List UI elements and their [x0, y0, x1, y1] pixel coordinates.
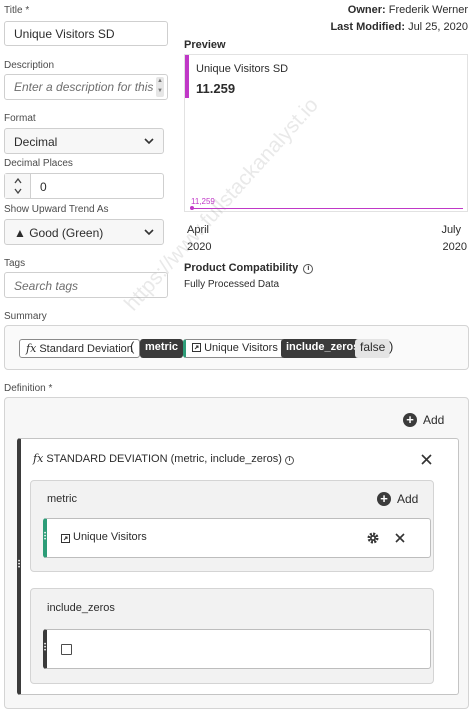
title-input[interactable]: Unique Visitors SD [4, 21, 168, 46]
drag-handle-icon[interactable]: • • • [43, 531, 47, 543]
preview-trend-line [191, 208, 463, 209]
description-textarea[interactable]: Enter a description for this ▲ ▼ [4, 74, 168, 100]
title-label: Title * [4, 5, 30, 16]
include-zeros-section: include_zeros • • • [30, 588, 434, 684]
summary-close-paren: ) [389, 339, 394, 354]
description-label: Description [4, 60, 55, 71]
metric-icon [192, 343, 201, 352]
tags-placeholder: Search tags [14, 279, 79, 293]
include-zeros-checkbox[interactable] [61, 644, 72, 655]
axis-start-year: 2020 [187, 241, 212, 253]
summary-param-metric[interactable]: metric [140, 339, 184, 358]
last-modified-info: Last Modified: Jul 25, 2020 [330, 21, 468, 33]
fx-icon: fx [33, 452, 44, 465]
info-icon[interactable]: i [303, 264, 314, 274]
metric-section-label: metric [47, 493, 77, 505]
function-container[interactable]: • • • fx STANDARD DEVIATION (metric, inclu… [17, 438, 459, 695]
textarea-scrollbar[interactable]: ▲ ▼ [156, 77, 164, 97]
metric-card[interactable]: • • • Unique Visitors [43, 518, 431, 558]
axis-end-month: July [441, 224, 461, 236]
decimal-places-value: 0 [40, 180, 47, 194]
format-label: Format [4, 113, 36, 124]
summary-box: fx Standard Deviation ( metric Unique Vi… [4, 325, 469, 370]
upward-trend-dropdown[interactable]: ▲ Good (Green) [4, 219, 164, 245]
description-placeholder: Enter a description for this [14, 80, 154, 94]
metric-card-name: Unique Visitors [73, 531, 147, 543]
summary-open-paren: ( [130, 339, 135, 354]
preview-line-label: 11,259 [191, 197, 215, 206]
compatibility-value: Fully Processed Data [184, 279, 280, 290]
scroll-down-icon: ▼ [157, 88, 163, 94]
function-title: fx STANDARD DEVIATION (metric, include_z… [33, 452, 294, 465]
upward-trend-label: Show Upward Trend As [4, 204, 109, 215]
summary-param-include-zeros[interactable]: include_zeros [281, 339, 365, 358]
decimal-places-label: Decimal Places [4, 158, 73, 169]
close-icon[interactable] [395, 533, 405, 543]
axis-start-month: April [187, 224, 210, 236]
scroll-up-icon: ▲ [157, 78, 163, 84]
include-zeros-card[interactable]: • • • [43, 629, 431, 669]
preview-label: Preview [184, 39, 226, 51]
summary-metric-chip[interactable]: Unique Visitors [183, 339, 285, 358]
preview-trend-point [190, 206, 194, 210]
summary-function-chip[interactable]: fx Standard Deviation [19, 339, 140, 358]
tags-label: Tags [4, 258, 26, 269]
metric-section: metric + Add • • • Unique Visitors [30, 480, 434, 572]
preview-metric-name: Unique Visitors SD [196, 63, 289, 75]
compatibility-label: Product Compatibility i [184, 262, 314, 274]
metric-icon [61, 534, 70, 543]
format-dropdown[interactable]: Decimal [4, 128, 164, 154]
drag-handle-icon[interactable]: • • • [17, 559, 21, 571]
summary-param-false[interactable]: false [355, 339, 391, 358]
preview-accent-bar [185, 55, 189, 98]
decimal-places-stepper[interactable]: 0 [4, 173, 164, 199]
chevron-up-icon[interactable] [14, 178, 22, 184]
add-icon: + [377, 492, 391, 506]
include-zeros-label: include_zeros [47, 602, 115, 614]
format-value: Decimal [14, 135, 58, 149]
tags-search-input[interactable]: Search tags [4, 272, 168, 298]
fx-icon: fx [26, 342, 37, 355]
close-icon[interactable] [421, 454, 432, 465]
stepper-buttons[interactable] [5, 174, 31, 198]
owner-info: Owner: Frederik Werner [347, 4, 468, 16]
chevron-down-icon [144, 229, 154, 236]
add-icon: + [403, 413, 417, 427]
gear-icon[interactable] [366, 531, 380, 545]
chevron-down-icon [144, 138, 154, 145]
definition-canvas: + Add • • • fx STANDARD DEVIATION (metric,… [4, 397, 469, 709]
title-input-value: Unique Visitors SD [14, 27, 115, 41]
preview-panel: Unique Visitors SD 11.259 11,259 [184, 54, 468, 212]
info-icon[interactable]: i [284, 456, 294, 465]
chevron-down-icon[interactable] [14, 188, 22, 194]
summary-label: Summary [4, 311, 47, 322]
drag-handle-icon[interactable]: • • • [43, 642, 47, 654]
upward-trend-value: ▲ Good (Green) [14, 226, 104, 240]
preview-metric-value: 11.259 [196, 81, 236, 96]
definition-label: Definition * [4, 383, 53, 394]
axis-end-year: 2020 [442, 241, 467, 253]
